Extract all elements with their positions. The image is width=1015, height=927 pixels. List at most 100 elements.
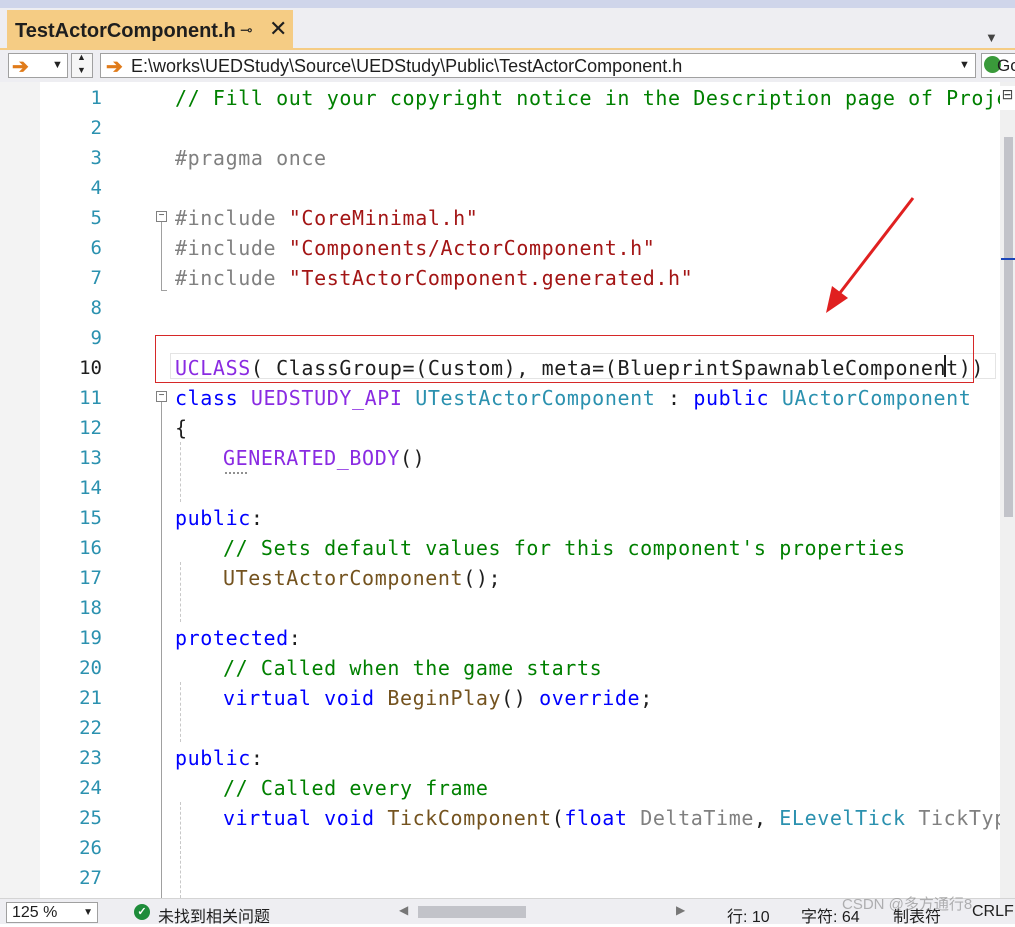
code-line: 15 public: bbox=[0, 503, 1000, 533]
indent-guide bbox=[180, 442, 181, 502]
indent-guide bbox=[180, 682, 181, 742]
code-line: 21 virtual void BeginPlay() override; bbox=[0, 683, 1000, 713]
code-text: class UEDSTUDY_API UTestActorComponent :… bbox=[175, 386, 972, 410]
collapse-icon[interactable]: − bbox=[156, 211, 167, 222]
line-number: 2 bbox=[90, 117, 102, 139]
line-number: 7 bbox=[90, 267, 102, 289]
code-line: 19 protected: bbox=[0, 623, 1000, 653]
file-path-dropdown[interactable]: ➔ E:\works\UEDStudy\Source\UEDStudy\Publ… bbox=[100, 53, 976, 78]
code-line: 22 bbox=[0, 713, 1000, 743]
code-text: { bbox=[175, 416, 188, 440]
arrow-right-icon: ➔ bbox=[106, 56, 123, 78]
line-number: 15 bbox=[79, 507, 102, 529]
line-number: 25 bbox=[79, 807, 102, 829]
pin-icon[interactable]: ⊸ bbox=[240, 21, 253, 39]
outline-line bbox=[161, 222, 163, 290]
code-line: 13 GENERATED_BODY() bbox=[0, 443, 1000, 473]
zoom-dropdown[interactable]: 125 % ▼ bbox=[6, 902, 98, 923]
code-line: 5 #include "CoreMinimal.h" bbox=[0, 203, 1000, 233]
code-line: 24 // Called every frame bbox=[0, 773, 1000, 803]
horizontal-scrollbar-thumb[interactable] bbox=[418, 906, 526, 918]
indent-guide bbox=[180, 562, 181, 622]
line-number: 12 bbox=[79, 417, 102, 439]
line-number: 11 bbox=[79, 387, 102, 409]
outline-line bbox=[161, 402, 163, 898]
line-number: 27 bbox=[79, 867, 102, 889]
chevron-down-icon: ▼ bbox=[83, 907, 93, 918]
code-text: // Called when the game starts bbox=[223, 656, 603, 680]
line-number: 1 bbox=[90, 87, 102, 109]
line-number: 16 bbox=[79, 537, 102, 559]
code-line: 3 #pragma once bbox=[0, 143, 1000, 173]
code-text: // Sets default values for this componen… bbox=[223, 536, 906, 560]
go-label: Go bbox=[997, 56, 1015, 75]
code-text: protected: bbox=[175, 626, 302, 650]
code-line: 12 { bbox=[0, 413, 1000, 443]
chevron-up-icon: ▲ bbox=[77, 52, 86, 62]
issues-status[interactable]: 未找到相关问题 bbox=[158, 903, 270, 927]
code-line: 6 #include "Components/ActorComponent.h" bbox=[0, 233, 1000, 263]
code-line: 16 // Sets default values for this compo… bbox=[0, 533, 1000, 563]
line-number: 24 bbox=[79, 777, 102, 799]
scroll-right-icon[interactable]: ▶ bbox=[676, 903, 685, 917]
code-line: 18 bbox=[0, 593, 1000, 623]
code-area[interactable]: 1 // Fill out your copyright notice in t… bbox=[0, 82, 1015, 898]
line-number: 8 bbox=[90, 297, 102, 319]
document-tab-bar: TestActorComponent.h ⊸ ✕ ▼ bbox=[0, 8, 1015, 48]
line-number: 9 bbox=[90, 327, 102, 349]
check-circle-icon[interactable]: ✓ bbox=[134, 904, 150, 920]
watermark: CSDN @多方通行8 bbox=[842, 896, 973, 913]
code-line: 14 bbox=[0, 473, 1000, 503]
code-editor[interactable]: 1 // Fill out your copyright notice in t… bbox=[0, 82, 1015, 898]
indent-guide bbox=[180, 802, 181, 898]
line-number: 4 bbox=[90, 177, 102, 199]
split-window-icon[interactable]: ⊟ bbox=[1000, 86, 1015, 110]
collapse-icon[interactable]: − bbox=[156, 391, 167, 402]
code-text: UTestActorComponent(); bbox=[223, 566, 502, 590]
code-line: 23 public: bbox=[0, 743, 1000, 773]
line-number: 6 bbox=[90, 237, 102, 259]
line-number: 5 bbox=[90, 207, 102, 229]
code-line: 11 class UEDSTUDY_API UTestActorComponen… bbox=[0, 383, 1000, 413]
code-line: 1 // Fill out your copyright notice in t… bbox=[0, 83, 1015, 113]
scroll-left-icon[interactable]: ◀ bbox=[399, 903, 408, 917]
code-text: #include "Components/ActorComponent.h" bbox=[175, 236, 656, 260]
code-text: virtual void BeginPlay() override; bbox=[223, 686, 653, 710]
tab-list-dropdown-icon[interactable]: ▼ bbox=[985, 30, 998, 45]
code-text: #include "TestActorComponent.generated.h… bbox=[175, 266, 694, 290]
line-number: 10 bbox=[79, 357, 102, 379]
chevron-down-icon: ▼ bbox=[52, 59, 63, 71]
line-number: 3 bbox=[90, 147, 102, 169]
line-indicator[interactable]: 行: 10 bbox=[727, 903, 770, 927]
suggestion-squiggle bbox=[225, 472, 247, 474]
line-ending-indicator[interactable]: CRLF bbox=[972, 903, 1014, 921]
code-line: 4 bbox=[0, 173, 1000, 203]
code-line: 20 // Called when the game starts bbox=[0, 653, 1000, 683]
split-control[interactable]: ▲ ▼ bbox=[71, 52, 93, 78]
annotation-rectangle bbox=[155, 335, 974, 383]
code-line: 17 UTestActorComponent(); bbox=[0, 563, 1000, 593]
scope-dropdown[interactable]: ➔ ▼ bbox=[8, 53, 68, 78]
code-line: 7 #include "TestActorComponent.generated… bbox=[0, 263, 1000, 293]
vertical-scrollbar[interactable] bbox=[1000, 82, 1015, 898]
line-number: 22 bbox=[79, 717, 102, 739]
code-text: virtual void TickComponent(float DeltaTi… bbox=[223, 806, 1015, 830]
code-text: public: bbox=[175, 506, 264, 530]
scrollbar-thumb[interactable] bbox=[1004, 137, 1013, 517]
line-number: 20 bbox=[79, 657, 102, 679]
zoom-level: 125 % bbox=[12, 904, 58, 921]
line-number: 18 bbox=[79, 597, 102, 619]
code-text: // Fill out your copyright notice in the… bbox=[175, 86, 1015, 110]
chevron-down-icon: ▼ bbox=[959, 59, 970, 71]
line-number: 19 bbox=[79, 627, 102, 649]
line-number: 23 bbox=[79, 747, 102, 769]
navigation-bar: ➔ ▼ ▲ ▼ ➔ E:\works\UEDStudy\Source\UEDSt… bbox=[0, 50, 1015, 82]
document-tab[interactable]: TestActorComponent.h ⊸ ✕ bbox=[7, 10, 293, 48]
file-path: E:\works\UEDStudy\Source\UEDStudy\Public… bbox=[131, 56, 683, 76]
go-button[interactable]: Go bbox=[981, 53, 1015, 78]
close-icon[interactable]: ✕ bbox=[269, 16, 287, 42]
code-line: 2 bbox=[0, 113, 1000, 143]
caret-position-marker bbox=[1001, 258, 1015, 260]
code-line: 27 bbox=[0, 863, 1000, 893]
arrow-right-icon: ➔ bbox=[12, 56, 29, 78]
